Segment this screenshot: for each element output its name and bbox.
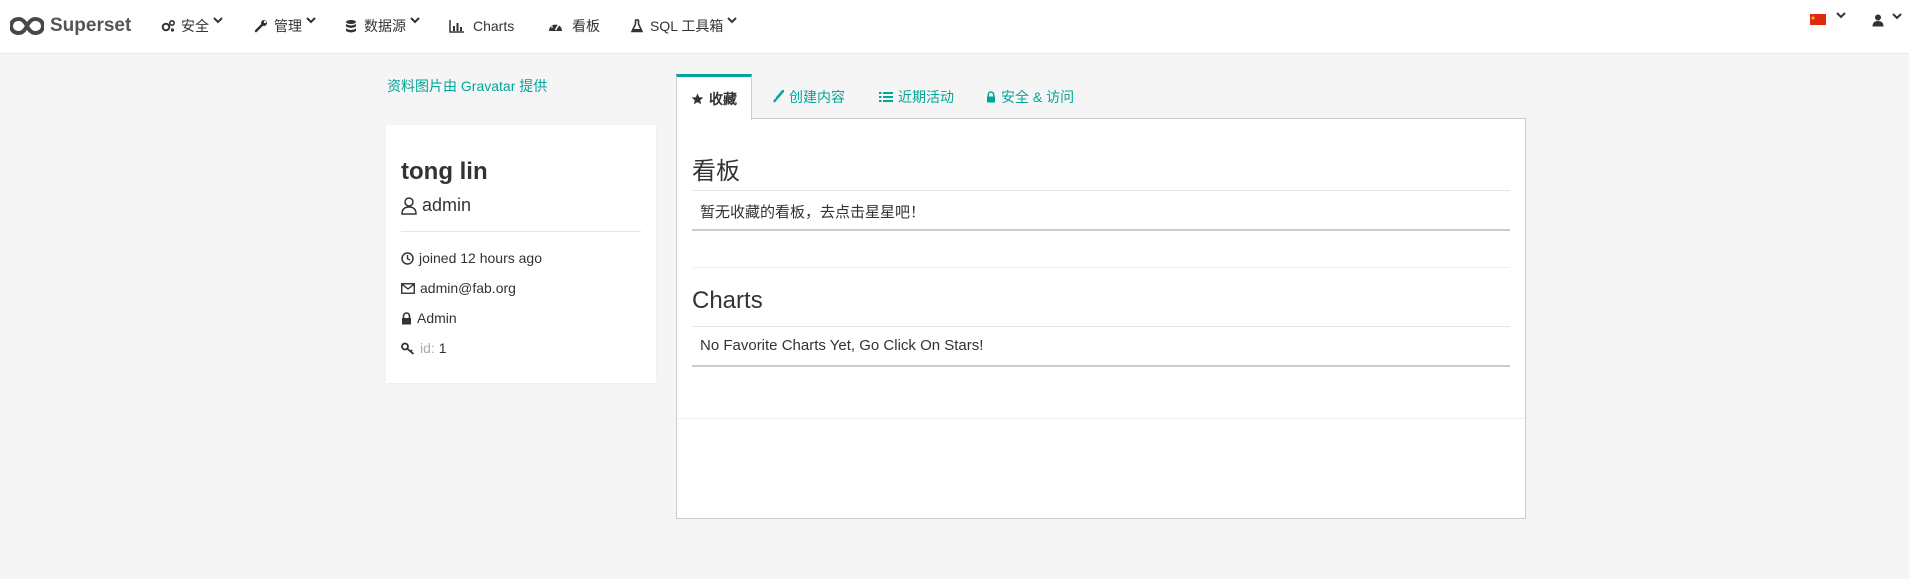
chevron-down-icon xyxy=(410,17,420,24)
tab-created-content-label: 创建内容 xyxy=(789,88,845,105)
star-icon xyxy=(691,93,704,104)
nav-charts-label: Charts xyxy=(473,18,515,34)
tab-favorites-label: 收藏 xyxy=(709,90,737,107)
chevron-down-icon xyxy=(1892,12,1902,19)
user-menu[interactable] xyxy=(1872,12,1902,27)
list-icon xyxy=(879,91,893,102)
tab-favorites[interactable]: 收藏 xyxy=(676,74,752,120)
nav-charts-link[interactable]: Charts xyxy=(448,14,514,38)
favorite-dashboards-heading: 看板 xyxy=(692,158,740,185)
profile-email: admin@fab.org xyxy=(401,280,516,296)
section-separator xyxy=(692,267,1510,268)
favorite-dashboards-empty-message: 暂无收藏的看板，去点击星星吧！ xyxy=(700,204,926,221)
profile-joined-text: joined 12 hours ago xyxy=(419,250,542,266)
nav-sources-label: 数据源 xyxy=(364,18,406,34)
section-divider xyxy=(692,229,1510,231)
profile-id: id: 1 xyxy=(401,340,447,356)
profile-card: tong lin admin joined 12 hours ago admin… xyxy=(386,125,656,383)
panel-separator xyxy=(677,418,1525,419)
lock-icon xyxy=(402,311,411,324)
lock-icon xyxy=(987,90,995,102)
profile-name: tong lin xyxy=(401,158,488,185)
profile-divider xyxy=(401,231,641,232)
key-icon xyxy=(401,342,415,355)
tab-recent-activity[interactable]: 近期活动 xyxy=(879,74,954,119)
nav-sqllab-menu[interactable]: SQL 工具箱 xyxy=(629,14,738,38)
cogs-icon xyxy=(160,18,176,34)
tab-created-content[interactable]: 创建内容 xyxy=(772,74,845,119)
brand-name: Superset xyxy=(50,15,132,36)
nav-sources-menu[interactable]: 数据源 xyxy=(343,14,420,38)
profile-role-info: Admin xyxy=(401,310,457,326)
user-icon xyxy=(1872,14,1884,27)
profile-id-value: 1 xyxy=(438,340,447,356)
china-flag-icon xyxy=(1810,14,1826,25)
superset-logo-icon xyxy=(10,16,44,36)
envelope-icon xyxy=(401,282,415,294)
dashboard-gauge-icon xyxy=(547,18,563,34)
favorites-panel: 看板 暂无收藏的看板，去点击星星吧！ Charts No Favorite Ch… xyxy=(676,118,1526,519)
database-icon xyxy=(343,18,359,34)
tab-security-access-label: 安全 & 访问 xyxy=(1001,88,1075,105)
clock-icon xyxy=(401,251,414,265)
profile-id-label: id: xyxy=(420,340,435,356)
paint-brush-icon xyxy=(773,90,784,103)
profile-role-text: Admin xyxy=(417,310,457,326)
profile-joined: joined 12 hours ago xyxy=(401,250,542,266)
language-menu[interactable] xyxy=(1810,11,1846,25)
nav-sqllab-label: SQL 工具箱 xyxy=(650,18,724,34)
tab-security-access[interactable]: 安全 & 访问 xyxy=(986,74,1074,119)
chevron-down-icon xyxy=(306,17,316,24)
tab-recent-activity-label: 近期活动 xyxy=(898,88,954,105)
profile-email-text: admin@fab.org xyxy=(420,280,516,296)
section-divider xyxy=(692,326,1510,327)
section-divider xyxy=(692,365,1510,367)
nav-dashboards-link[interactable]: 看板 xyxy=(547,14,600,38)
nav-manage-label: 管理 xyxy=(274,18,302,34)
section-divider xyxy=(692,190,1510,191)
profile-username-text: admin xyxy=(422,195,472,215)
nav-security-label: 安全 xyxy=(181,18,209,34)
nav-dashboards-label: 看板 xyxy=(572,18,600,34)
user-outline-icon xyxy=(401,196,417,215)
nav-manage-menu[interactable]: 管理 xyxy=(253,14,316,38)
favorite-charts-empty-message: No Favorite Charts Yet, Go Click On Star… xyxy=(700,337,984,354)
gravatar-credit-link[interactable]: 资料图片由 Gravatar 提供 xyxy=(387,76,547,96)
wrench-icon xyxy=(253,18,269,34)
bar-chart-icon xyxy=(448,18,464,34)
flask-icon xyxy=(629,18,645,34)
top-navbar: Superset 安全 管理 数据源 Charts 看板 SQL 工具箱 xyxy=(0,0,1909,54)
chevron-down-icon xyxy=(727,17,738,24)
chevron-down-icon xyxy=(1836,11,1846,18)
brand-link[interactable]: Superset xyxy=(10,13,131,39)
chevron-down-icon xyxy=(213,17,223,24)
profile-username: admin xyxy=(401,195,471,216)
nav-security-menu[interactable]: 安全 xyxy=(160,14,223,38)
favorite-charts-heading: Charts xyxy=(692,287,763,314)
